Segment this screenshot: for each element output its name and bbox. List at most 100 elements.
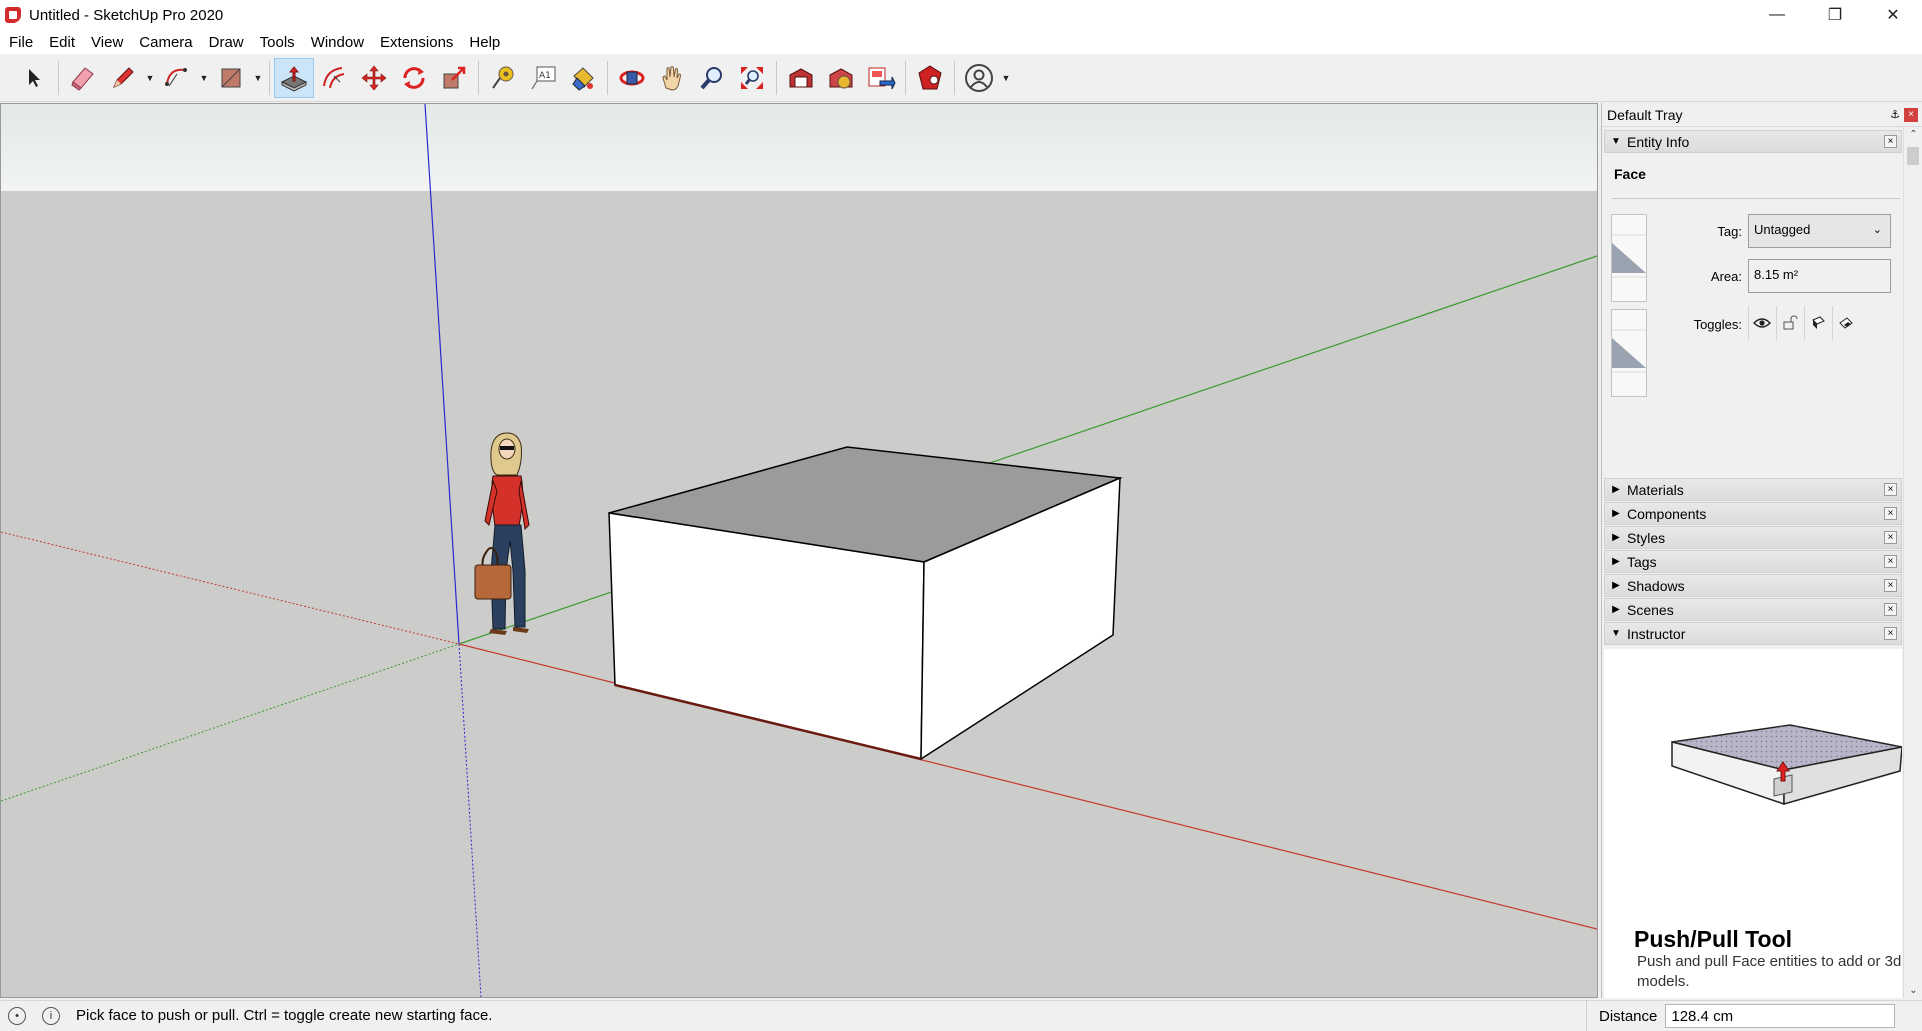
restore-button[interactable]: ❐	[1806, 0, 1864, 30]
panel-label: Materials	[1627, 481, 1684, 498]
lock-toggle-icon[interactable]	[1776, 306, 1802, 340]
front-material-swatch[interactable]	[1611, 214, 1647, 302]
panel-close-icon[interactable]: ×	[1884, 603, 1897, 616]
panel-close-icon[interactable]: ×	[1884, 579, 1897, 592]
panel-components[interactable]: ▶ Components ×	[1604, 502, 1902, 525]
panel-shadows[interactable]: ▶ Shadows ×	[1604, 574, 1902, 597]
chevron-down-icon: ⌄	[1872, 224, 1882, 236]
zoom-icon[interactable]	[692, 58, 732, 98]
visibility-toggle-eye-icon[interactable]	[1748, 306, 1774, 340]
panel-close-icon[interactable]: ×	[1884, 627, 1897, 640]
extension-warehouse-icon[interactable]	[821, 58, 861, 98]
toggles-label: Toggles:	[1693, 317, 1742, 332]
panel-tags[interactable]: ▶ Tags ×	[1604, 550, 1902, 573]
toolbar-separator	[58, 60, 59, 95]
panel-label: Components	[1627, 505, 1707, 522]
eraser-icon[interactable]	[63, 58, 103, 98]
minimize-button[interactable]: —	[1748, 0, 1806, 30]
text-icon[interactable]: A1	[523, 58, 563, 98]
default-tray: Default Tray ⚓ × ▼ Entity Info × Face Ta…	[1601, 103, 1922, 998]
tray-header: Default Tray ⚓ ×	[1602, 103, 1922, 127]
toolbar-separator	[478, 60, 479, 95]
move-icon[interactable]	[354, 58, 394, 98]
panel-label: Instructor	[1627, 625, 1686, 642]
instructor-tool-description: Push and pull Face entities to add or 3d…	[1637, 953, 1902, 990]
scroll-down-icon[interactable]: ⌄	[1904, 985, 1922, 996]
panel-styles[interactable]: ▶ Styles ×	[1604, 526, 1902, 549]
paint-bucket-icon[interactable]	[563, 58, 603, 98]
account-dropdown[interactable]: ▼	[999, 58, 1013, 98]
panel-scenes[interactable]: ▶ Scenes ×	[1604, 598, 1902, 621]
menu-view[interactable]: View	[83, 34, 131, 51]
model-viewport[interactable]	[0, 103, 1598, 998]
menu-extensions[interactable]: Extensions	[372, 34, 461, 51]
collapsed-triangle-icon: ▶	[1612, 508, 1620, 519]
extension-manager-icon[interactable]	[910, 58, 950, 98]
panel-label: Entity Info	[1627, 133, 1690, 150]
scene-canvas[interactable]	[1, 104, 1597, 997]
arc-icon[interactable]	[157, 58, 197, 98]
menu-draw[interactable]: Draw	[201, 34, 252, 51]
tag-select[interactable]: Untagged ⌄	[1748, 214, 1891, 248]
collapsed-triangle-icon: ▶	[1612, 556, 1620, 567]
panel-instructor[interactable]: ▼ Instructor ×	[1604, 622, 1902, 645]
menu-window[interactable]: Window	[303, 34, 372, 51]
panel-close-icon[interactable]: ×	[1884, 135, 1897, 148]
tray-close-button[interactable]: ×	[1904, 108, 1918, 122]
cast-shadows-toggle-icon[interactable]	[1804, 306, 1830, 340]
svg-text:A1: A1	[539, 71, 551, 81]
info-icon[interactable]: i	[42, 1006, 60, 1025]
panel-label: Styles	[1627, 529, 1666, 546]
close-button[interactable]: ✕	[1864, 0, 1922, 30]
entity-type: Face	[1614, 166, 1646, 182]
select-icon[interactable]	[14, 58, 54, 98]
panel-close-icon[interactable]: ×	[1884, 483, 1897, 496]
tray-title: Default Tray	[1607, 106, 1683, 123]
tray-scrollbar[interactable]: ⌃ ⌄	[1903, 127, 1922, 998]
line-tools-dropdown[interactable]: ▼	[143, 58, 157, 98]
menu-camera[interactable]: Camera	[131, 34, 200, 51]
vcb-label: Distance	[1599, 1007, 1658, 1025]
back-material-swatch[interactable]	[1611, 309, 1647, 397]
menu-file[interactable]: File	[0, 34, 41, 51]
menu-tools[interactable]: Tools	[252, 34, 303, 51]
send-to-layout-icon[interactable]	[861, 58, 901, 98]
offset-icon[interactable]	[314, 58, 354, 98]
panel-materials[interactable]: ▶ Materials ×	[1604, 478, 1902, 501]
panel-close-icon[interactable]: ×	[1884, 507, 1897, 520]
pencil-line-icon[interactable]	[103, 58, 143, 98]
arc-tools-dropdown[interactable]: ▼	[197, 58, 211, 98]
pan-icon[interactable]	[652, 58, 692, 98]
measurements-box: Distance 128.4 cm	[1586, 1001, 1896, 1031]
warehouse-icon[interactable]	[781, 58, 821, 98]
instructor-content: Push/Pull Tool Push and pull Face entiti…	[1604, 649, 1902, 998]
scale-icon[interactable]	[434, 58, 474, 98]
menu-edit[interactable]: Edit	[41, 34, 83, 51]
window-title: Untitled - SketchUp Pro 2020	[29, 6, 224, 24]
shape-tools-dropdown[interactable]: ▼	[251, 58, 265, 98]
window-controls: — ❐ ✕	[1748, 0, 1922, 30]
zoom-extents-icon[interactable]	[732, 58, 772, 98]
account-icon[interactable]	[959, 58, 999, 98]
receive-shadows-toggle-icon[interactable]	[1832, 306, 1858, 340]
toolbar-separator	[954, 60, 955, 95]
rectangle-icon[interactable]	[211, 58, 251, 98]
menu-help[interactable]: Help	[461, 34, 508, 51]
panel-close-icon[interactable]: ×	[1884, 531, 1897, 544]
collapsed-triangle-icon: ▶	[1612, 604, 1620, 615]
tape-measure-icon[interactable]	[483, 58, 523, 98]
geolocation-icon[interactable]: •	[8, 1006, 26, 1025]
panel-label: Scenes	[1627, 601, 1674, 618]
vcb-input[interactable]: 128.4 cm	[1665, 1004, 1896, 1028]
panel-entity-info[interactable]: ▼ Entity Info ×	[1604, 130, 1902, 153]
scroll-thumb[interactable]	[1907, 147, 1919, 165]
rotate-icon[interactable]	[394, 58, 434, 98]
scroll-up-icon[interactable]: ⌃	[1904, 129, 1922, 140]
toolbar-separator	[607, 60, 608, 95]
orbit-icon[interactable]	[612, 58, 652, 98]
panel-label: Tags	[1627, 553, 1657, 570]
panel-close-icon[interactable]: ×	[1884, 555, 1897, 568]
pin-icon[interactable]: ⚓	[1890, 108, 1900, 121]
push-pull-icon[interactable]	[274, 57, 314, 98]
instructor-tool-title: Push/Pull Tool	[1634, 926, 1793, 952]
